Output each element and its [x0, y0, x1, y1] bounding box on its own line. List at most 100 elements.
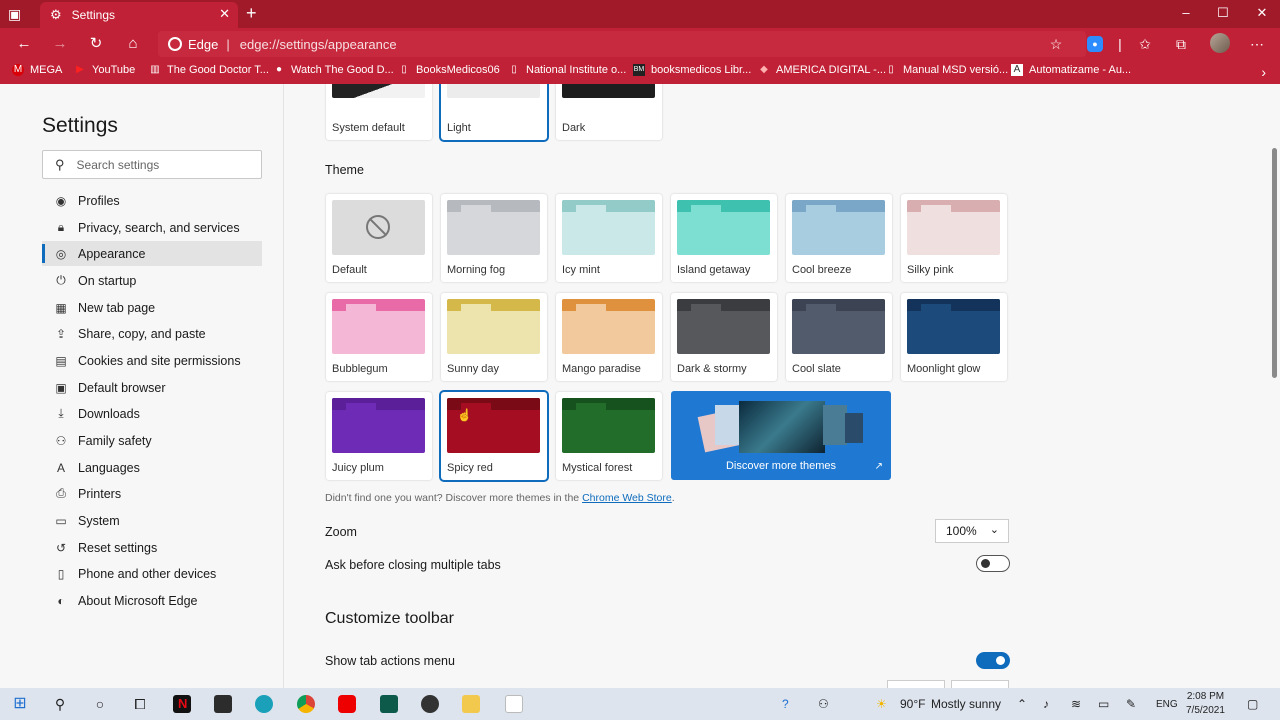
task-view-icon[interactable]: ⧠ [130, 694, 150, 714]
theme-card-morning-fog[interactable]: Morning fog [441, 194, 547, 282]
maximize-icon[interactable]: ☐ [1213, 5, 1233, 21]
minimize-icon[interactable]: – [1176, 5, 1196, 20]
mode-card-light[interactable]: Light [439, 84, 549, 142]
home-icon[interactable]: ⌂ [123, 34, 143, 54]
weather-icon[interactable]: ☀ [876, 697, 887, 711]
sidebar-item-downloads[interactable]: ⤓ Downloads [42, 401, 262, 426]
edge-taskbar-icon[interactable] [255, 695, 273, 713]
store-icon[interactable] [214, 695, 232, 713]
bookmark-watch-good-doctor[interactable]: ● Watch The Good D... [273, 64, 394, 76]
wifi-icon[interactable]: ≋ [1071, 697, 1081, 711]
chrome-icon[interactable] [297, 695, 315, 713]
notepad-icon[interactable] [505, 695, 523, 713]
scrollbar[interactable] [1264, 84, 1280, 688]
scrollbar-thumb[interactable] [1272, 148, 1277, 378]
mode-card-system-default[interactable]: System default [326, 84, 432, 140]
close-tab-icon[interactable]: ✕ [219, 6, 230, 22]
tab-settings[interactable]: ⚙ Settings ✕ [40, 2, 238, 28]
theme-card-cool-breeze[interactable]: Cool breeze [786, 194, 892, 282]
chrome-web-store-link[interactable]: Chrome Web Store [582, 492, 672, 504]
theme-card-silky-pink[interactable]: Silky pink [901, 194, 1007, 282]
bookmark-manual-msd[interactable]: ▯ Manual MSD versió... [885, 64, 1008, 76]
theme-card-mystical-forest[interactable]: Mystical forest [556, 392, 662, 480]
favorites-icon[interactable]: ✩ [1136, 35, 1154, 53]
theme-card-island-getaway[interactable]: Island getaway [671, 194, 777, 282]
file-explorer-icon[interactable] [462, 695, 480, 713]
bookmark-booksmedicos06[interactable]: ▯ BooksMedicos06 [398, 64, 500, 76]
notification-icon[interactable]: ▢ [1247, 697, 1258, 711]
people-icon[interactable]: ⚇ [818, 697, 829, 711]
bookmark-america-digital[interactable]: ◆ AMERICA DIGITAL -... [758, 64, 886, 76]
search-icon[interactable]: ⚲ [50, 694, 70, 714]
refresh-icon[interactable]: ↻ [86, 34, 106, 54]
theme-card-default[interactable]: Default [326, 194, 432, 282]
discover-more-themes-card[interactable]: Discover more themes ↗ [671, 391, 891, 480]
bookmark-mega[interactable]: M MEGA [12, 64, 62, 76]
profile-avatar[interactable] [1210, 33, 1230, 53]
bookmark-automatizame[interactable]: A Automatizame - Au... [1011, 64, 1131, 76]
sidebar-item-printers[interactable]: ⎙ Printers [42, 481, 262, 506]
search-settings-field[interactable]: ⚲ [42, 150, 262, 179]
sidebar-item-on-startup[interactable]: ⏻ On startup [42, 268, 262, 293]
zoom-extension-icon[interactable]: ● [1087, 36, 1103, 52]
bookmarks-more-icon[interactable]: › [1261, 64, 1266, 80]
pen-icon[interactable]: ✎ [1126, 697, 1136, 711]
youtube-taskbar-icon[interactable] [338, 695, 356, 713]
help-icon[interactable]: ? [782, 697, 789, 711]
davinci-icon[interactable] [421, 695, 439, 713]
sidebar-item-system[interactable]: ▭ System [42, 508, 262, 533]
bookmark-booksmedicos[interactable]: BM booksmedicos Libr... [633, 64, 751, 76]
theme-card-mango-paradise[interactable]: Mango paradise [556, 293, 662, 381]
sidebar-item-cookies[interactable]: ▤ Cookies and site permissions [42, 348, 262, 373]
bookmark-national-institute[interactable]: ▯ National Institute o... [508, 64, 626, 76]
theme-card-icy-mint[interactable]: Icy mint [556, 194, 662, 282]
theme-card-spicy-red[interactable]: Spicy red ☝ [439, 390, 549, 482]
sidebar-item-default-browser[interactable]: ▣ Default browser [42, 375, 262, 400]
sidebar-item-family-safety[interactable]: ⚇ Family safety [42, 428, 262, 453]
sidebar-item-privacy[interactable]: 🔒︎ Privacy, search, and services [42, 215, 262, 240]
theme-card-sunny-day[interactable]: Sunny day [441, 293, 547, 381]
bookmark-good-doctor[interactable]: ▥ The Good Doctor T... [149, 64, 269, 76]
theme-card-juicy-plum[interactable]: Juicy plum [326, 392, 432, 480]
tab-actions-toggle[interactable] [976, 652, 1010, 669]
sidebar-item-languages[interactable]: A Languages [42, 455, 262, 480]
theme-card-moonlight-glow[interactable]: Moonlight glow [901, 293, 1007, 381]
sidebar-item-phone-devices[interactable]: ▯ Phone and other devices [42, 561, 262, 586]
windows-start-icon[interactable]: ⊞ [10, 694, 30, 714]
collections-icon[interactable]: ⧉ [1172, 35, 1190, 53]
bookmark-youtube[interactable]: ▶ YouTube [74, 64, 135, 76]
volume-icon[interactable]: ♪ [1043, 697, 1049, 711]
zoom-dropdown[interactable]: 100% ⌄ [935, 519, 1009, 543]
sidebar-item-share-copy-paste[interactable]: ⇪ Share, copy, and paste [42, 321, 262, 346]
sidebar-item-new-tab-page[interactable]: ▦ New tab page [42, 295, 262, 320]
weather-temp[interactable]: 90°F [900, 697, 925, 711]
theme-card-bubblegum[interactable]: Bubblegum [326, 293, 432, 381]
back-icon[interactable]: ← [14, 34, 34, 54]
more-menu-icon[interactable]: ⋯ [1248, 35, 1266, 53]
cortana-icon[interactable]: ○ [90, 694, 110, 714]
tab-actions-icon[interactable]: ▣ [8, 6, 30, 22]
language-indicator[interactable]: ENG [1156, 699, 1178, 710]
address-bar[interactable]: Edge | edge://settings/appearance [158, 31, 1086, 57]
partial-control[interactable] [887, 680, 945, 688]
partial-control[interactable] [951, 680, 1009, 688]
weather-desc[interactable]: Mostly sunny [931, 697, 1001, 711]
close-window-icon[interactable]: ✕ [1252, 5, 1272, 21]
sidebar-item-reset-settings[interactable]: ↺ Reset settings [42, 535, 262, 560]
netflix-icon[interactable]: N [173, 695, 191, 713]
search-input[interactable] [76, 157, 247, 172]
sidebar-item-appearance[interactable]: ◎ Appearance [42, 241, 262, 266]
media-app-icon[interactable] [380, 695, 398, 713]
battery-icon[interactable]: ▭ [1098, 697, 1109, 711]
forward-icon[interactable]: → [50, 34, 70, 54]
chevron-up-icon[interactable]: ⌃ [1017, 697, 1027, 711]
add-favorite-icon[interactable]: ☆ [1047, 35, 1065, 53]
sidebar-item-about-edge[interactable]: ◐ About Microsoft Edge [42, 588, 262, 613]
mode-card-dark[interactable]: Dark [556, 84, 662, 140]
theme-card-cool-slate[interactable]: Cool slate [786, 293, 892, 381]
system-clock[interactable]: 2:08 PM 7/5/2021 [1186, 690, 1225, 718]
new-tab-icon[interactable]: + [246, 3, 257, 24]
sidebar-item-profiles[interactable]: ◉ Profiles [42, 188, 262, 213]
ask-close-toggle[interactable] [976, 555, 1010, 572]
theme-card-dark-stormy[interactable]: Dark & stormy [671, 293, 777, 381]
